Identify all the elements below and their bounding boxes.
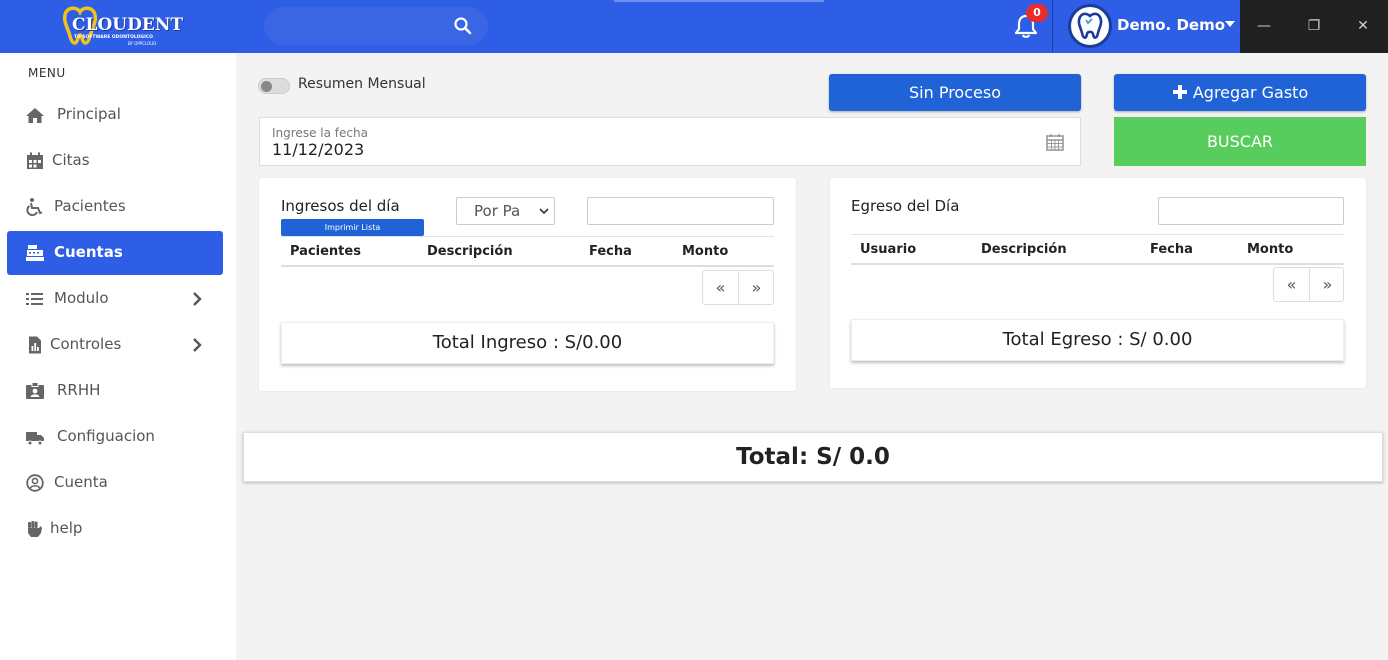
chevron-right-icon (193, 292, 202, 306)
income-pagination: « » (702, 270, 774, 305)
sidebar-item-label: RRHH (57, 381, 101, 399)
income-filter-input[interactable] (587, 197, 774, 225)
sidebar-item-label: Citas (52, 151, 90, 169)
monthly-summary-toggle[interactable] (258, 78, 290, 94)
sidebar-item-help[interactable]: help (7, 507, 223, 551)
sidebar-item-label: Configuacion (57, 427, 155, 445)
chevron-right-icon (193, 338, 202, 352)
expense-pagination: « » (1273, 267, 1344, 302)
monthly-summary-label: Resumen Mensual (298, 76, 426, 92)
notification-badge: 0 (1026, 4, 1048, 22)
logo[interactable]: CLOUDENT TU SOFTWARE ODONTOLOGICO BY OPP… (60, 6, 183, 48)
print-list-button[interactable]: Imprimir Lista (281, 219, 424, 236)
plus-icon (1172, 85, 1187, 99)
column-header[interactable]: Pacientes (290, 244, 361, 259)
income-total: Total Ingreso : S/0.00 (281, 322, 774, 364)
sidebar-item-label: help (50, 519, 83, 537)
income-table-header: Pacientes Descripción Fecha Monto (281, 236, 774, 267)
column-header[interactable]: Fecha (589, 244, 632, 259)
sidebar-item-cuenta[interactable]: Cuenta (7, 461, 223, 505)
prev-page-button[interactable]: « (1274, 268, 1309, 301)
prev-page-button[interactable]: « (703, 271, 738, 304)
chevron-down-icon (539, 208, 549, 215)
filter-select-value: Por Pa (474, 202, 521, 220)
sidebar-item-label: Controles (50, 335, 122, 353)
logo-text: CLOUDENT (72, 15, 184, 35)
column-header[interactable]: Monto (682, 244, 728, 259)
sidebar-item-modulo[interactable]: Modulo (7, 277, 223, 321)
logo-tagline: TU SOFTWARE ODONTOLOGICO (74, 35, 153, 40)
sidebar-item-principal[interactable]: Principal (7, 93, 223, 137)
next-page-button[interactable]: » (739, 271, 774, 304)
add-expense-button[interactable]: Agregar Gasto (1114, 74, 1366, 111)
grand-total: Total: S/ 0.0 (243, 432, 1383, 482)
sidebar-item-label: Cuentas (54, 243, 123, 261)
column-header[interactable]: Fecha (1150, 242, 1193, 257)
next-page-button[interactable]: » (1310, 268, 1345, 301)
expense-filter-input[interactable] (1158, 197, 1344, 225)
id-badge-icon (26, 382, 44, 399)
column-header[interactable]: Descripción (981, 242, 1067, 257)
top-bar-accent (614, 0, 824, 2)
toggle-knob (261, 81, 272, 92)
income-card: Ingresos del día Imprimir Lista Por Pa P… (259, 178, 796, 391)
chevron-down-icon[interactable] (1225, 21, 1235, 27)
column-header[interactable]: Monto (1247, 242, 1293, 257)
calendar-icon[interactable] (1045, 132, 1065, 152)
sidebar-item-rrhh[interactable]: RRHH (7, 369, 223, 413)
sidebar-item-label: Modulo (54, 289, 109, 307)
add-expense-label: Agregar Gasto (1192, 83, 1309, 102)
top-bar: CLOUDENT TU SOFTWARE ODONTOLOGICO BY OPP… (0, 0, 1388, 53)
tooth-avatar-icon (1077, 12, 1103, 39)
truck-settings-icon (26, 432, 44, 446)
minimize-button[interactable]: — (1240, 0, 1288, 53)
close-button[interactable]: ✕ (1339, 0, 1387, 53)
sidebar-item-configuacion[interactable]: Configuacion (7, 415, 223, 459)
date-field[interactable]: Ingrese la fecha 11/12/2023 (259, 117, 1081, 166)
status-button[interactable]: Sin Proceso (829, 74, 1081, 111)
sidebar-item-pacientes[interactable]: Pacientes (7, 185, 223, 229)
column-header[interactable]: Usuario (860, 242, 916, 257)
sidebar-item-label: Pacientes (54, 197, 126, 215)
user-name[interactable]: Demo. Demo (1117, 16, 1225, 34)
sidebar: MENU Principal Citas Pacientes Cuentas M… (0, 53, 236, 660)
sidebar-item-cuentas[interactable]: Cuentas (7, 231, 223, 275)
calendar-icon (27, 152, 43, 169)
home-icon (26, 108, 44, 123)
income-title: Ingresos del día (281, 197, 400, 215)
user-circle-icon (26, 474, 44, 492)
expense-title: Egreso del Día (851, 197, 960, 215)
expense-table-header: Usuario Descripción Fecha Monto (851, 234, 1344, 265)
expense-card: Egreso del Día Usuario Descripción Fecha… (830, 178, 1366, 388)
search-button[interactable]: BUSCAR (1114, 117, 1366, 166)
wheelchair-icon (26, 198, 43, 216)
menu-title: MENU (28, 66, 66, 80)
date-label: Ingrese la fecha (272, 126, 368, 140)
restore-button[interactable]: ❐ (1290, 0, 1338, 53)
sidebar-item-label: Cuenta (54, 473, 108, 491)
fist-icon (28, 521, 42, 537)
column-header[interactable]: Descripción (427, 244, 513, 259)
sidebar-item-citas[interactable]: Citas (7, 139, 223, 183)
cash-register-icon (26, 245, 44, 261)
file-chart-icon (29, 336, 41, 354)
window-controls: — ❐ ✕ (1240, 0, 1388, 53)
search-icon[interactable] (452, 15, 474, 37)
sidebar-item-label: Principal (57, 105, 121, 123)
logo-byline: BY OPPCLOUD (128, 41, 157, 46)
date-value[interactable]: 11/12/2023 (272, 140, 364, 159)
filter-select[interactable]: Por Pa (456, 197, 555, 225)
list-icon (26, 293, 43, 305)
header-divider (1052, 0, 1053, 53)
expense-total: Total Egreso : S/ 0.00 (851, 319, 1344, 361)
sidebar-item-controles[interactable]: Controles (7, 323, 223, 367)
avatar[interactable] (1068, 4, 1112, 48)
